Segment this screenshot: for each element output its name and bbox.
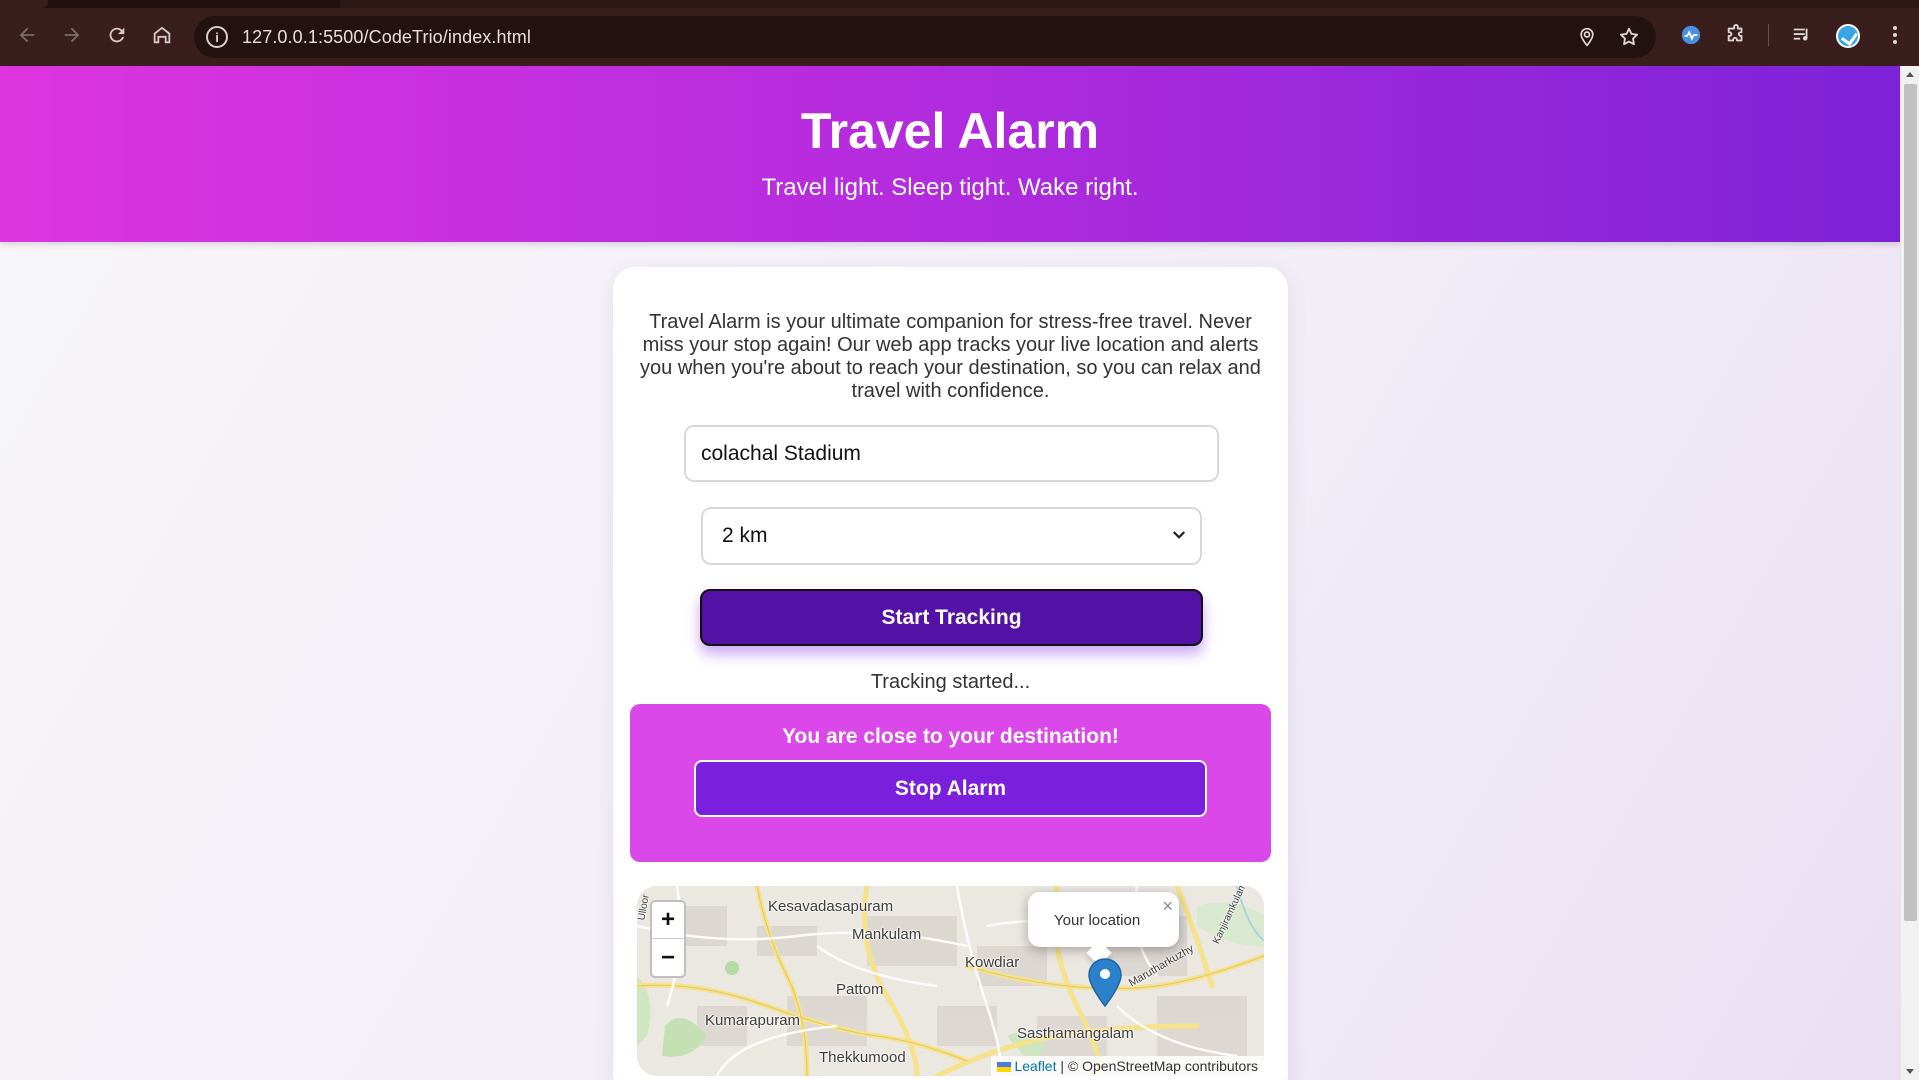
puzzle-icon[interactable] xyxy=(1723,22,1749,48)
toolbar-divider xyxy=(1768,24,1769,46)
reload-icon[interactable] xyxy=(102,20,132,50)
ukraine-flag-icon xyxy=(997,1062,1012,1072)
star-icon[interactable] xyxy=(1617,25,1641,49)
zoom-in-button[interactable]: + xyxy=(652,902,684,939)
arrow-right-icon[interactable] xyxy=(57,20,87,50)
address-bar[interactable]: i 127.0.0.1:5500/CodeTrio/index.html xyxy=(194,16,1656,58)
page-viewport: Travel Alarm Travel light. Sleep tight. … xyxy=(0,66,1900,1080)
map-label: Kesavadasapuram xyxy=(768,898,894,915)
main-card: Travel Alarm is your ultimate companion … xyxy=(613,267,1288,1080)
location-map[interactable]: Kesavadasapuram Mankulam Kowdiar Pattom … xyxy=(637,886,1264,1076)
browser-toolbar: i 127.0.0.1:5500/CodeTrio/index.html xyxy=(0,0,1919,66)
page-title: Travel Alarm xyxy=(800,103,1100,159)
popup-text: Your location xyxy=(1054,912,1141,929)
home-icon[interactable] xyxy=(147,20,177,50)
kebab-menu-icon[interactable] xyxy=(1882,22,1908,48)
arrival-alert: You are close to your destination! Stop … xyxy=(630,704,1271,862)
zoom-out-button[interactable]: − xyxy=(652,939,684,976)
map-label: Kowdiar xyxy=(965,954,1020,971)
tracking-status: Tracking started... xyxy=(870,671,1031,693)
location-marker-icon[interactable] xyxy=(1088,958,1122,1008)
attribution-text: | © OpenStreetMap contributors xyxy=(1056,1058,1258,1074)
range-selected-value: 2 km xyxy=(722,524,768,547)
stop-alarm-button[interactable]: Stop Alarm xyxy=(694,760,1207,817)
extension-status-icon[interactable] xyxy=(1678,22,1704,48)
leaflet-link[interactable]: Leaflet xyxy=(1014,1058,1056,1074)
zoom-control: + − xyxy=(650,900,686,978)
url-text[interactable]: 127.0.0.1:5500/CodeTrio/index.html xyxy=(242,27,531,48)
scroll-down-arrow-icon[interactable] xyxy=(1906,1069,1914,1074)
location-pin-icon[interactable] xyxy=(1575,25,1599,49)
scroll-up-arrow-icon[interactable] xyxy=(1906,72,1914,77)
map-label: Mankulam xyxy=(852,926,922,943)
close-icon[interactable]: × xyxy=(1162,896,1173,917)
map-attribution: Leaflet | © OpenStreetMap contributors xyxy=(991,1056,1264,1076)
alert-message: You are close to your destination! xyxy=(782,725,1119,748)
map-label: Kumarapuram xyxy=(705,1012,801,1029)
media-queue-icon[interactable] xyxy=(1789,22,1815,48)
alert-range-select[interactable]: 2 km xyxy=(701,507,1202,565)
tab-strip xyxy=(0,0,1919,8)
page-scrollbar[interactable] xyxy=(1900,66,1919,1080)
destination-input[interactable] xyxy=(684,425,1219,482)
start-tracking-button[interactable]: Start Tracking xyxy=(700,589,1203,646)
tab-strip-background xyxy=(340,0,1919,8)
active-tab[interactable] xyxy=(0,0,48,8)
avatar[interactable] xyxy=(1836,24,1860,48)
about-text: Travel Alarm is your ultimate companion … xyxy=(640,311,1261,402)
map-label: Pattom xyxy=(836,981,884,998)
scrollbar-thumb[interactable] xyxy=(1904,84,1917,921)
hero-banner: Travel Alarm Travel light. Sleep tight. … xyxy=(0,66,1900,242)
chevron-down-icon xyxy=(1170,526,1188,544)
tagline: Travel light. Sleep tight. Wake right. xyxy=(761,174,1139,201)
location-popup: Your location × xyxy=(1028,892,1179,966)
arrow-left-icon[interactable] xyxy=(12,20,42,50)
map-label: Sasthamangalam xyxy=(1017,1025,1134,1042)
map-label: Thekkumood xyxy=(819,1049,906,1066)
info-icon[interactable]: i xyxy=(206,26,228,48)
